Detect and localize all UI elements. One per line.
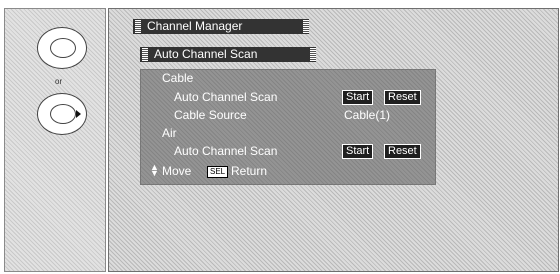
- screenshot-frame: or Channel Manager Auto Channel Scan Cab…: [0, 0, 560, 274]
- menu-button-icon: [37, 27, 87, 69]
- air-start-button[interactable]: Start: [342, 144, 374, 159]
- tab-auto-channel-scan[interactable]: Auto Channel Scan: [140, 47, 316, 62]
- menu-button-inner-icon: [50, 38, 76, 58]
- tab-right-cap: [303, 20, 309, 33]
- right-arrow-icon: [76, 110, 81, 118]
- sel-key-icon: SEL: [207, 166, 229, 178]
- dpad-right-icon: [37, 93, 87, 135]
- tab-left-cap: [142, 48, 148, 61]
- tab-left-cap: [135, 20, 141, 33]
- cable-source-label: Cable Source: [174, 108, 247, 122]
- cable-reset-button[interactable]: Reset: [384, 90, 421, 105]
- air-auto-channel-scan-label: Auto Channel Scan: [174, 144, 278, 158]
- tab-right-cap: [310, 48, 316, 61]
- or-label: or: [55, 77, 63, 86]
- tab-channel-manager-label: Channel Manager: [147, 19, 243, 33]
- tab-channel-manager[interactable]: Channel Manager: [133, 19, 309, 34]
- remote-instructions-panel: or: [4, 8, 106, 272]
- section-title-air: Air: [162, 126, 177, 140]
- cable-start-button[interactable]: Start: [342, 90, 374, 105]
- dpad-center-icon: [50, 104, 76, 124]
- air-reset-button[interactable]: Reset: [384, 144, 421, 159]
- cable-source-value[interactable]: Cable(1): [344, 108, 390, 122]
- footer-return-label: Return: [231, 164, 268, 178]
- tab-auto-channel-scan-label: Auto Channel Scan: [154, 47, 258, 61]
- section-title-cable: Cable: [162, 71, 194, 85]
- cable-auto-channel-scan-label: Auto Channel Scan: [174, 90, 278, 104]
- footer-move-label: Move: [162, 164, 192, 178]
- up-down-arrows-icon: ▲ ▼: [150, 162, 159, 178]
